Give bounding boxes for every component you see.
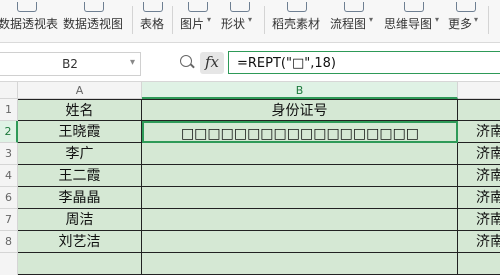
ribbon-toolbar: 数据透视表 数据透视图 表格 图片 ▾ 形状 ▾ 稻壳素材 流程图 ▾ 思维导图… [0,0,500,43]
cell-a7[interactable]: 周洁 [18,209,142,231]
spreadsheet-grid: A B 1 姓名 身份证号 2 王晓霞 □□□□□□□□□□□□□□□□□□ 济… [0,82,500,275]
select-all-corner[interactable] [0,82,18,99]
cell-b4[interactable] [142,165,458,187]
picture-icon [188,2,208,12]
column-header-c[interactable] [458,82,500,99]
table-icon [143,2,163,12]
column-header-a[interactable]: A [18,82,142,99]
pivot-table-label: 数据透视表 [0,17,59,31]
docer-assets-button[interactable]: 稻壳素材 [272,2,322,38]
cell-b8[interactable] [142,231,458,253]
cell-a8[interactable]: 刘艺洁 [18,231,142,253]
cell-c4[interactable]: 济南 [458,165,500,187]
row-header[interactable] [0,253,18,275]
mind-map-button[interactable]: 思维导图 ▾ [384,2,444,38]
ribbon-divider [264,6,265,34]
ribbon-divider [488,6,489,34]
chevron-down-icon: ▾ [435,15,440,24]
ribbon-divider [132,6,133,34]
more-label: 更多 [448,17,473,31]
more-button[interactable]: 更多 ▾ [448,2,484,38]
cell-b2-active[interactable]: □□□□□□□□□□□□□□□□□□ [142,121,458,143]
cell-partial[interactable] [142,253,458,275]
chevron-down-icon: ▾ [474,15,479,24]
formula-input[interactable]: =REPT("□",18) [228,51,500,74]
cell-c3[interactable]: 济南 [458,143,500,165]
chevron-down-icon: ▾ [207,15,212,24]
cell-b1[interactable]: 身份证号 [142,99,458,121]
cell-partial[interactable] [458,253,500,275]
flowchart-label: 流程图 [330,17,367,31]
table-label: 表格 [140,17,165,31]
docer-assets-label: 稻壳素材 [272,17,321,31]
docer-assets-icon [287,2,307,12]
pivot-chart-label: 数据透视图 [63,17,124,31]
name-box[interactable]: B2 [0,52,141,76]
mind-map-icon [404,2,424,12]
chevron-down-icon: ▾ [248,15,253,24]
pivot-table-button[interactable]: 数据透视表 [0,2,59,38]
cell-b3[interactable] [142,143,458,165]
cell-a3[interactable]: 李广 [18,143,142,165]
cell-a4[interactable]: 王二霞 [18,165,142,187]
pivot-chart-icon [84,2,104,12]
shape-button[interactable]: 形状 ▾ [221,2,259,38]
pivot-chart-button[interactable]: 数据透视图 [63,2,125,38]
row-header[interactable]: 4 [0,165,18,187]
row-header[interactable]: 2 [0,121,18,143]
chevron-down-icon[interactable]: ▾ [130,52,135,74]
row-header[interactable]: 6 [0,187,18,209]
cell-b6[interactable] [142,187,458,209]
shape-icon [230,2,250,12]
cell-c8[interactable]: 济南 [458,231,500,253]
cell-c7[interactable]: 济南 [458,209,500,231]
more-icon [456,2,476,12]
row-header[interactable]: 8 [0,231,18,253]
zoom-icon[interactable] [180,55,192,67]
flowchart-icon [344,2,364,12]
chevron-down-icon: ▾ [369,15,374,24]
shape-label: 形状 [221,17,246,31]
mind-map-label: 思维导图 [384,17,433,31]
cell-c2[interactable]: 济南 [458,121,500,143]
column-header-b[interactable]: B [142,82,458,99]
formula-bar: B2 ▾ fx =REPT("□",18) [0,43,500,82]
row-header[interactable]: 3 [0,143,18,165]
picture-button[interactable]: 图片 ▾ [180,2,216,38]
cell-a1[interactable]: 姓名 [18,99,142,121]
picture-label: 图片 [180,17,205,31]
row-header[interactable]: 1 [0,99,18,121]
cell-c6[interactable]: 济南 [458,187,500,209]
cell-b7[interactable] [142,209,458,231]
pivot-table-icon [17,2,37,12]
cell-c1[interactable] [458,99,500,121]
ribbon-divider [172,6,173,34]
cell-partial[interactable] [18,253,142,275]
insert-function-button[interactable]: fx [200,52,224,74]
cell-a2[interactable]: 王晓霞 [18,121,142,143]
cell-a6[interactable]: 李晶晶 [18,187,142,209]
flowchart-button[interactable]: 流程图 ▾ [330,2,378,38]
row-header[interactable]: 7 [0,209,18,231]
table-button[interactable]: 表格 [140,2,166,38]
